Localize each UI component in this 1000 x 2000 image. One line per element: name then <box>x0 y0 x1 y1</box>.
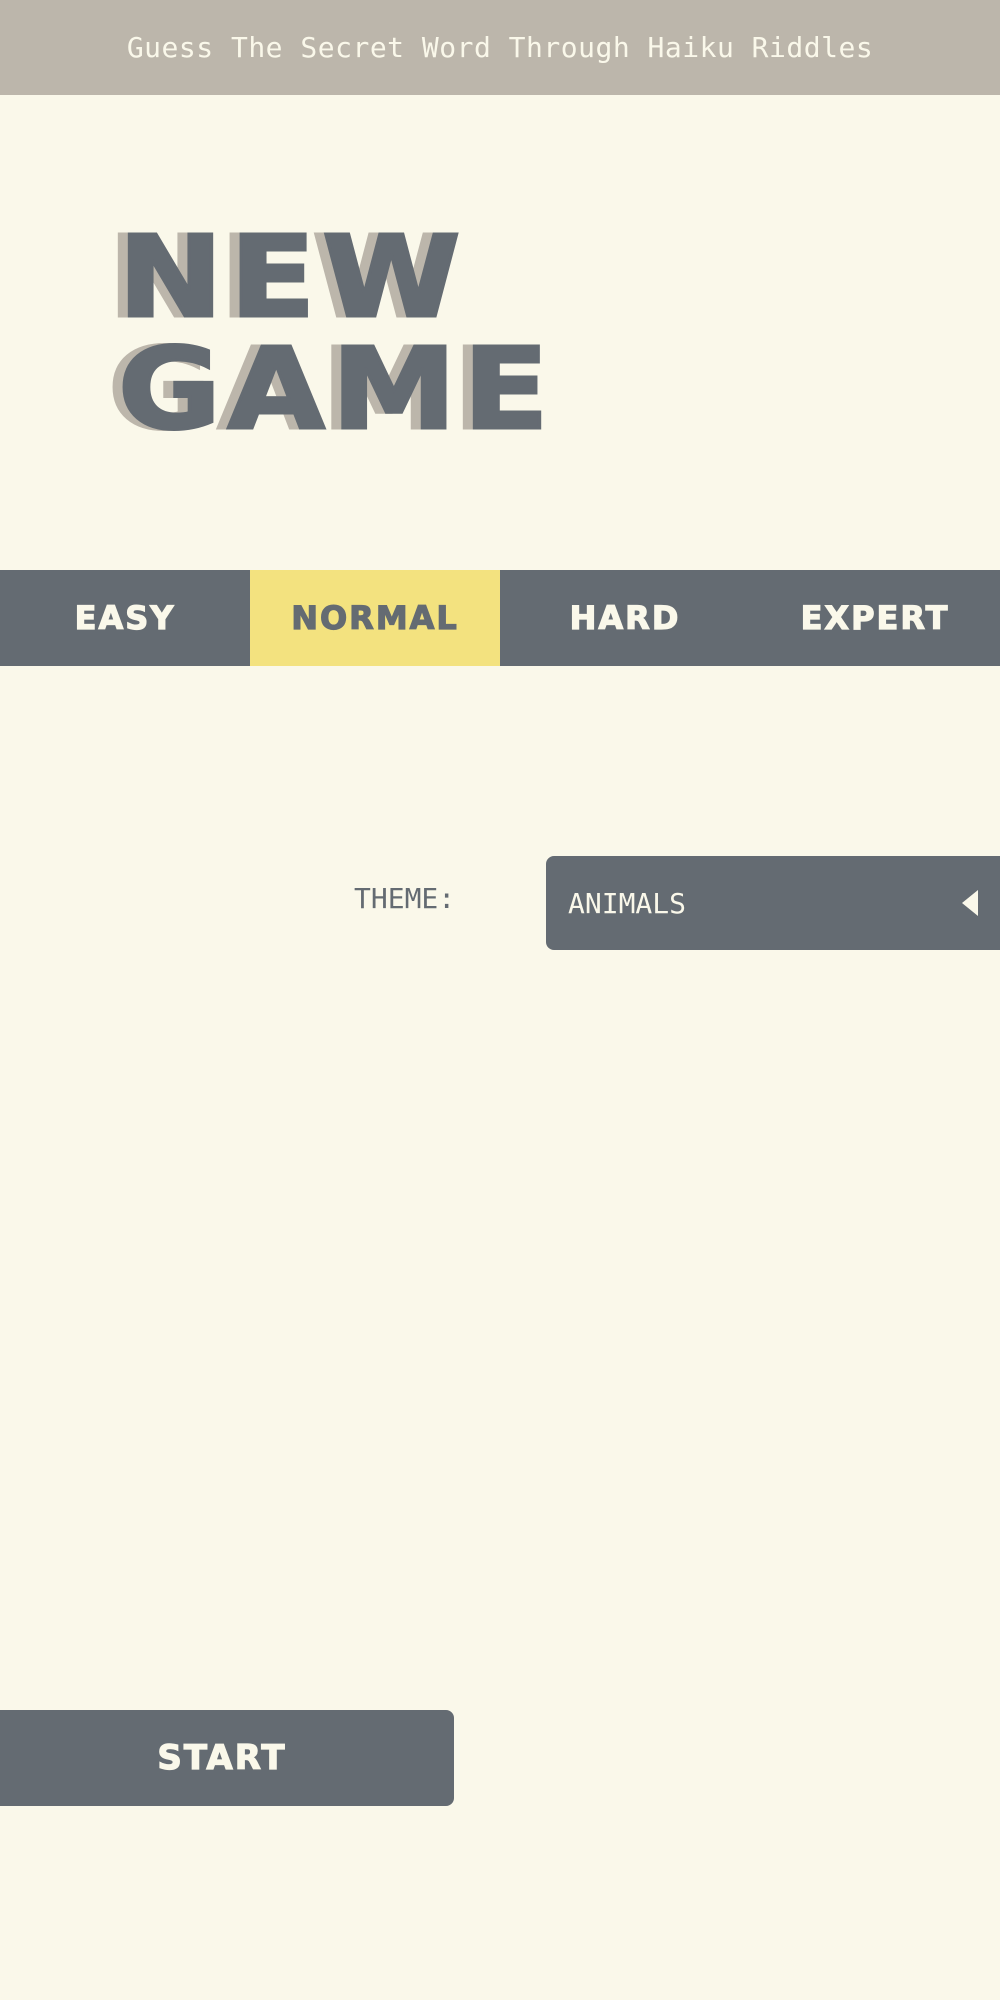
difficulty-selector: EASY NORMAL HARD EXPERT <box>0 570 1000 666</box>
tagline: Guess The Secret Word Through Haiku Ridd… <box>126 31 874 64</box>
difficulty-tab-normal[interactable]: NORMAL <box>250 570 500 666</box>
difficulty-tab-easy[interactable]: EASY <box>0 570 250 666</box>
theme-selected-value: ANIMALS <box>568 886 687 920</box>
title-line1: NEW <box>116 213 468 343</box>
difficulty-tab-expert[interactable]: EXPERT <box>750 570 1000 666</box>
title-line2: GAME <box>116 325 556 455</box>
difficulty-tab-hard[interactable]: HARD <box>500 570 750 666</box>
page-title: NEW GAME NEW GAME <box>106 212 708 455</box>
theme-label: THEME: <box>354 882 456 915</box>
theme-dropdown[interactable]: ANIMALS <box>546 856 1000 950</box>
top-banner: Guess The Secret Word Through Haiku Ridd… <box>0 0 1000 95</box>
start-button[interactable]: START <box>0 1710 454 1806</box>
caret-left-icon <box>962 890 978 916</box>
